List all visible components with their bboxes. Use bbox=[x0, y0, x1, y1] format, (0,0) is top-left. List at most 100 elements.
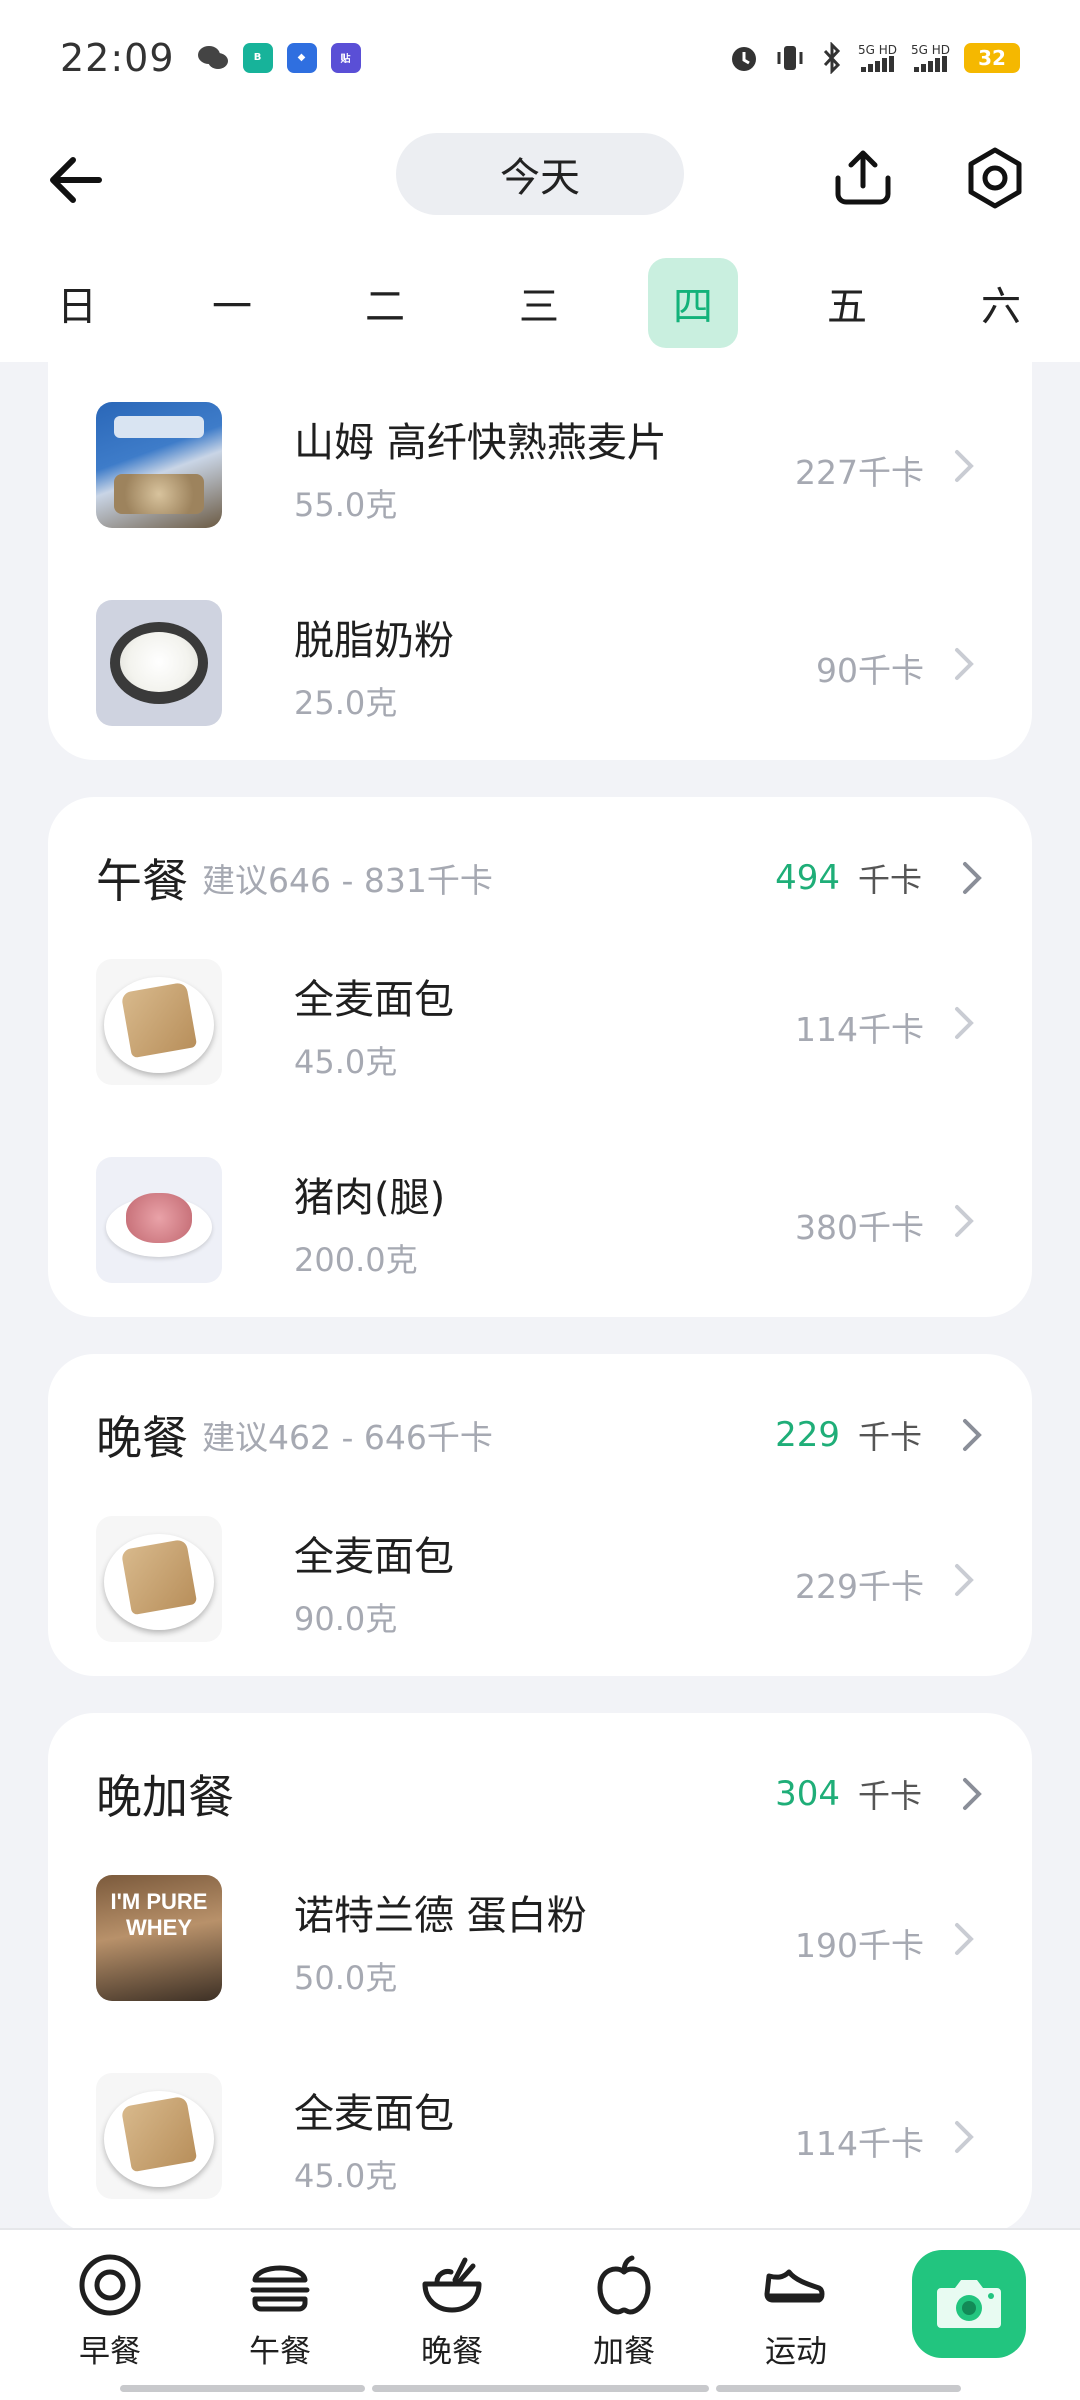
burger-icon bbox=[250, 2265, 310, 2312]
network-label-1: 5G HD bbox=[857, 42, 897, 57]
lunch-header[interactable]: 午餐 建议646 - 831千卡 494 千卡 bbox=[96, 838, 984, 918]
nav-label: 晚餐 bbox=[421, 2334, 483, 2370]
food-name: 全麦面包 bbox=[294, 977, 454, 1023]
day-saturday[interactable]: 六 bbox=[956, 258, 1046, 348]
section-total-kcal: 229 bbox=[775, 1415, 840, 1455]
week-day-selector: 日 一 二 三 四 五 六 bbox=[0, 250, 1080, 362]
nav-lunch[interactable]: 午餐 bbox=[220, 2252, 340, 2372]
status-bar: 22:09 B ◆ 贴 5G HD 5G HD 32 bbox=[0, 0, 1080, 115]
food-kcal: 90千卡 bbox=[816, 651, 924, 690]
nav-dinner[interactable]: 晚餐 bbox=[392, 2252, 512, 2372]
section-title: 晚加餐 bbox=[96, 1770, 234, 1824]
chevron-right-icon bbox=[963, 862, 982, 894]
food-weight: 200.0克 bbox=[294, 1241, 418, 1279]
share-upload-icon bbox=[835, 150, 891, 205]
food-item-wholewheat-bread[interactable]: 全麦面包 45.0克 114千卡 bbox=[96, 959, 984, 1085]
date-selector[interactable]: 今天 bbox=[396, 133, 684, 215]
apple-icon bbox=[597, 2255, 651, 2315]
status-indicators: 5G HD 5G HD 32 bbox=[728, 41, 1020, 74]
section-unit: 千卡 bbox=[857, 1777, 922, 1815]
bowl-icon bbox=[422, 2257, 482, 2313]
food-weight: 55.0克 bbox=[294, 486, 398, 524]
food-weight: 50.0克 bbox=[294, 1959, 398, 1997]
section-hint: 建议462 - 646千卡 bbox=[202, 1418, 493, 1457]
status-time: 22:09 bbox=[60, 35, 175, 80]
bluetooth-icon bbox=[820, 41, 844, 74]
food-item-oats[interactable]: 山姆 高纤快熟燕麦片 55.0克 227千卡 bbox=[96, 402, 984, 528]
late-snack-card: 晚加餐 304 千卡 I'M PURE WHEY 诺特兰德 蛋白粉 50.0克 … bbox=[48, 1713, 1032, 2233]
signal-1: 5G HD bbox=[858, 44, 897, 72]
gesture-bar-right bbox=[716, 2385, 961, 2392]
back-button[interactable] bbox=[40, 145, 110, 215]
day-sunday[interactable]: 日 bbox=[32, 258, 122, 348]
chevron-right-icon bbox=[955, 450, 974, 482]
day-tuesday[interactable]: 二 bbox=[340, 258, 430, 348]
food-weight: 45.0克 bbox=[294, 1043, 398, 1081]
app-blue-icon: ◆ bbox=[286, 42, 317, 73]
nav-label: 午餐 bbox=[249, 2334, 311, 2370]
late-snack-header[interactable]: 晚加餐 304 千卡 bbox=[96, 1754, 984, 1834]
section-hint: 建议646 - 831千卡 bbox=[202, 861, 493, 900]
gesture-bar-left bbox=[120, 2385, 365, 2392]
nav-breakfast[interactable]: 早餐 bbox=[50, 2252, 170, 2372]
food-name: 诺特兰德 蛋白粉 bbox=[294, 1893, 587, 1939]
day-monday[interactable]: 一 bbox=[187, 258, 277, 348]
nav-snack[interactable]: 加餐 bbox=[564, 2252, 684, 2372]
section-title: 晚餐 bbox=[96, 1411, 188, 1465]
food-item-pork-leg[interactable]: 猪肉(腿) 200.0克 380千卡 bbox=[96, 1157, 984, 1283]
chevron-right-icon bbox=[955, 2121, 974, 2153]
food-name: 全麦面包 bbox=[294, 2091, 454, 2137]
lunch-card: 午餐 建议646 - 831千卡 494 千卡 全麦面包 45.0克 114千卡… bbox=[48, 797, 1032, 1317]
gesture-bar-center bbox=[372, 2385, 709, 2392]
section-unit: 千卡 bbox=[857, 861, 922, 899]
food-item-whey-protein[interactable]: I'M PURE WHEY 诺特兰德 蛋白粉 50.0克 190千卡 bbox=[96, 1875, 984, 2001]
food-name: 全麦面包 bbox=[294, 1534, 454, 1580]
dinner-header[interactable]: 晚餐 建议462 - 646千卡 229 千卡 bbox=[96, 1395, 984, 1475]
chevron-right-icon bbox=[955, 1564, 974, 1596]
boss-app-icon: B bbox=[242, 42, 273, 73]
bread-thumbnail bbox=[96, 2073, 222, 2199]
settings-button[interactable] bbox=[958, 141, 1032, 215]
day-thursday-selected[interactable]: 四 bbox=[648, 258, 738, 348]
camera-button[interactable] bbox=[912, 2250, 1026, 2358]
nav-exercise[interactable]: 运动 bbox=[736, 2252, 856, 2372]
food-kcal: 229千卡 bbox=[795, 1567, 924, 1606]
section-total-kcal: 494 bbox=[775, 858, 840, 898]
plate-icon bbox=[79, 2254, 141, 2316]
vibrate-icon bbox=[774, 42, 806, 74]
bottom-navigation: 早餐 午餐 晚餐 加餐 运动 bbox=[0, 2228, 1080, 2400]
food-weight: 45.0克 bbox=[294, 2157, 398, 2195]
alarm-icon bbox=[728, 42, 760, 74]
oats-thumbnail bbox=[96, 402, 222, 528]
camera-icon bbox=[937, 2280, 1001, 2328]
chevron-right-icon bbox=[955, 1205, 974, 1237]
food-kcal: 190千卡 bbox=[795, 1926, 924, 1965]
food-kcal: 114千卡 bbox=[795, 2124, 924, 2163]
sneaker-icon bbox=[764, 2269, 825, 2303]
milk-powder-thumbnail bbox=[96, 600, 222, 726]
food-kcal: 227千卡 bbox=[795, 453, 924, 492]
food-name: 猪肉(腿) bbox=[294, 1175, 446, 1221]
food-weight: 90.0克 bbox=[294, 1600, 398, 1638]
section-total-kcal: 304 bbox=[775, 1774, 840, 1814]
day-wednesday[interactable]: 三 bbox=[494, 258, 584, 348]
wechat-icon bbox=[197, 43, 229, 73]
chevron-right-icon bbox=[963, 1419, 982, 1451]
settings-hexagon-icon bbox=[968, 147, 1022, 209]
chevron-right-icon bbox=[963, 1778, 982, 1810]
nav-label: 运动 bbox=[765, 2334, 827, 2370]
food-item-skim-milk[interactable]: 脱脂奶粉 25.0克 90千卡 bbox=[96, 600, 984, 726]
bread-thumbnail bbox=[96, 959, 222, 1085]
food-weight: 25.0克 bbox=[294, 684, 398, 722]
food-item-wholewheat-bread[interactable]: 全麦面包 90.0克 229千卡 bbox=[96, 1516, 984, 1642]
network-label-2: 5G HD bbox=[910, 42, 950, 57]
food-kcal: 114千卡 bbox=[795, 1010, 924, 1049]
signal-2: 5G HD bbox=[911, 44, 950, 72]
food-name: 山姆 高纤快熟燕麦片 bbox=[294, 420, 667, 466]
day-friday[interactable]: 五 bbox=[802, 258, 892, 348]
back-arrow-icon bbox=[50, 157, 102, 203]
share-button[interactable] bbox=[826, 141, 900, 215]
chevron-right-icon bbox=[955, 648, 974, 680]
battery-indicator: 32 bbox=[964, 42, 1020, 73]
food-item-wholewheat-bread[interactable]: 全麦面包 45.0克 114千卡 bbox=[96, 2073, 984, 2199]
